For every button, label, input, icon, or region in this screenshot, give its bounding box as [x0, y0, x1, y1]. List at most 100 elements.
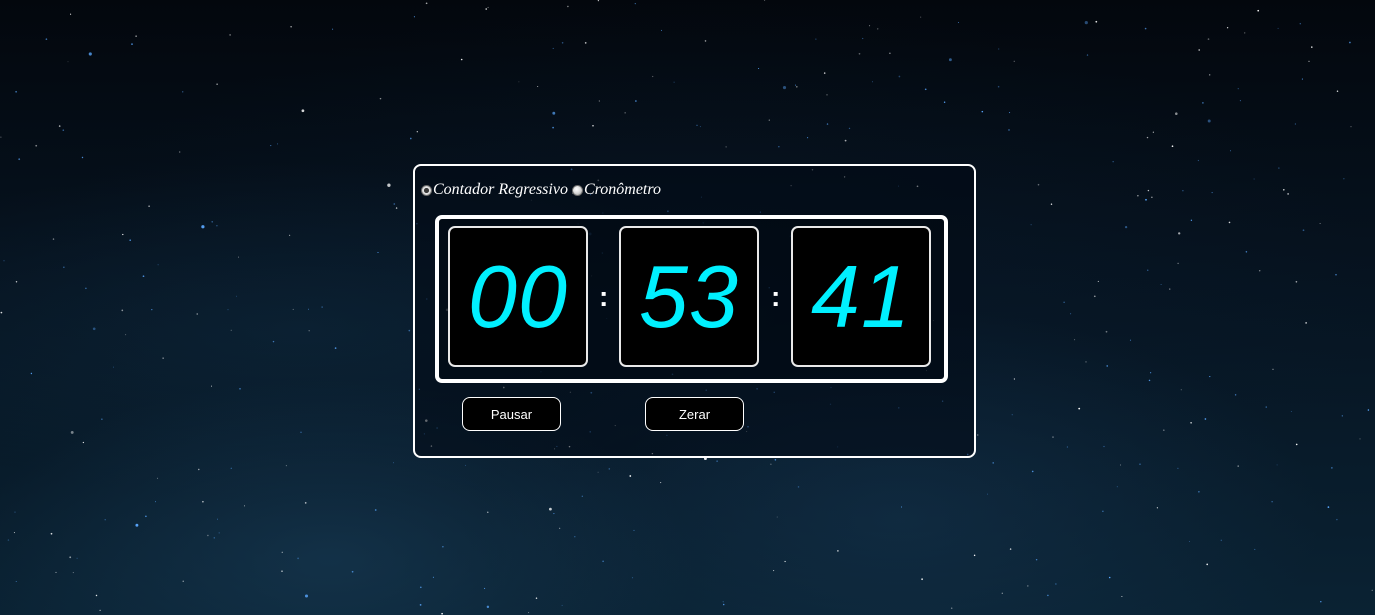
star [0, 136, 2, 138]
star [673, 81, 675, 83]
countdown-label[interactable]: Contador Regressivo [433, 181, 568, 199]
star [782, 86, 787, 90]
star [289, 234, 291, 236]
star [30, 372, 33, 375]
star [1001, 592, 1003, 594]
star [826, 123, 829, 125]
star [1230, 150, 1231, 152]
star [807, 137, 809, 139]
star [1162, 429, 1165, 432]
star [997, 85, 1000, 88]
star [465, 464, 467, 466]
countdown-radio[interactable] [421, 184, 432, 196]
star [1197, 159, 1200, 162]
star [45, 38, 48, 40]
star [99, 609, 101, 612]
star [72, 572, 74, 574]
star [1171, 145, 1174, 148]
star [1129, 339, 1132, 341]
star [182, 91, 184, 93]
star [1198, 49, 1201, 51]
star [304, 594, 309, 598]
star [69, 556, 72, 559]
star [920, 16, 922, 18]
star [1244, 32, 1246, 34]
star [58, 125, 61, 127]
star [1371, 589, 1373, 591]
star [211, 385, 212, 387]
star [243, 505, 246, 507]
star [1182, 190, 1184, 192]
star [1105, 330, 1108, 333]
star [1228, 221, 1231, 224]
minutes-seconds-separator: : [771, 281, 781, 312]
star [238, 256, 240, 258]
star [1335, 274, 1337, 276]
star [82, 441, 85, 444]
star [1271, 501, 1273, 503]
star [567, 5, 569, 8]
star [1097, 280, 1099, 282]
star [1055, 583, 1057, 585]
star [584, 42, 587, 44]
star [1239, 100, 1241, 102]
star [1147, 189, 1150, 192]
star [270, 145, 272, 147]
star [1209, 376, 1211, 378]
star [162, 357, 164, 359]
star [631, 577, 634, 579]
star [773, 570, 775, 572]
pause-button[interactable]: Pausar [462, 397, 561, 431]
star [768, 119, 770, 121]
star [1308, 60, 1310, 62]
star [1013, 378, 1016, 380]
star [1301, 78, 1303, 80]
star [1011, 414, 1013, 416]
star [321, 306, 323, 308]
star [1294, 123, 1296, 125]
star [552, 111, 556, 115]
star [290, 26, 292, 28]
star [1295, 280, 1298, 283]
star [198, 468, 200, 471]
star [95, 594, 98, 597]
star [182, 580, 184, 582]
stopwatch-radio[interactable] [571, 184, 583, 196]
star [1331, 467, 1333, 469]
star [112, 366, 115, 368]
star [1276, 464, 1278, 466]
star [1277, 27, 1279, 29]
star [898, 75, 901, 78]
star [1151, 196, 1153, 198]
star [207, 534, 209, 537]
star [13, 532, 15, 534]
reset-button[interactable]: Zerar [645, 397, 744, 431]
star [67, 61, 69, 63]
stopwatch-label[interactable]: Cronômetro [584, 181, 661, 199]
star [196, 313, 198, 315]
star [1031, 470, 1034, 473]
star [716, 460, 718, 462]
star [1302, 229, 1305, 232]
star [14, 511, 16, 513]
star [121, 309, 124, 312]
star [122, 233, 124, 236]
star [272, 340, 275, 343]
star [1359, 438, 1361, 440]
star [699, 126, 701, 128]
star [1009, 112, 1011, 114]
star [334, 347, 337, 349]
minutes-display: 53 [619, 226, 759, 367]
star [1327, 506, 1330, 508]
star [528, 612, 530, 614]
star [484, 587, 486, 589]
star [900, 506, 903, 508]
star [1177, 467, 1179, 470]
star [308, 330, 310, 332]
star [957, 21, 959, 23]
star [518, 81, 520, 83]
star [1336, 518, 1338, 521]
star [1272, 368, 1274, 370]
star [1139, 463, 1141, 466]
star [553, 513, 555, 515]
